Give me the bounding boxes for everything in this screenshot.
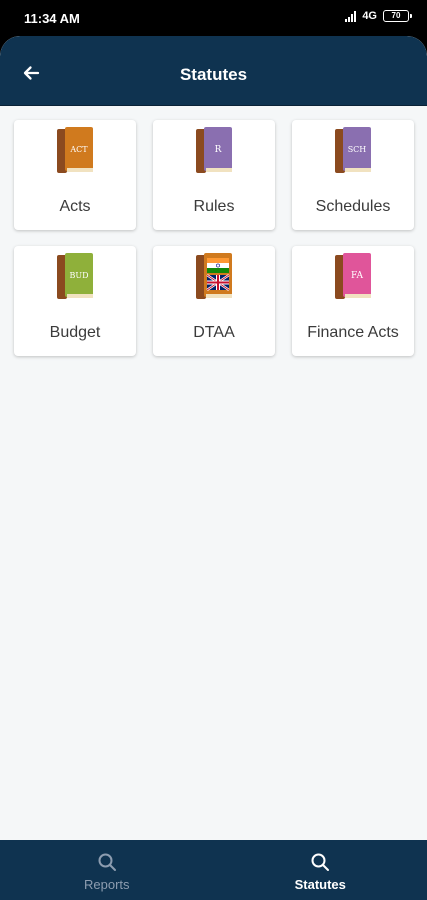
book-icon: ACT (57, 127, 93, 173)
book-icon: BUD (57, 253, 93, 299)
nav-label: Statutes (294, 877, 346, 892)
statutes-grid: ACT Acts R Rules SCH Schedules BUD Budge… (14, 120, 414, 356)
tile-rules[interactable]: R Rules (153, 120, 275, 230)
app-bar: Statutes (0, 36, 427, 106)
flag-book-icon (196, 253, 232, 299)
tile-finance-acts[interactable]: FA Finance Acts (292, 246, 414, 356)
tile-label: Acts (59, 198, 91, 215)
tile-acts[interactable]: ACT Acts (14, 120, 136, 230)
status-icons: 4G 70 (345, 10, 412, 22)
status-bar: 11:34 AM 4G 70 (0, 0, 427, 36)
book-icon: SCH (335, 127, 371, 173)
book-cover-text: FA (351, 271, 363, 281)
nav-statutes[interactable]: Statutes (214, 840, 427, 900)
book-icon: FA (335, 253, 371, 299)
search-icon (98, 853, 116, 871)
tile-label: DTAA (193, 324, 235, 341)
network-type: 4G (362, 10, 377, 22)
tile-schedules[interactable]: SCH Schedules (292, 120, 414, 230)
bottom-nav: Reports Statutes (0, 840, 427, 900)
book-cover-text: ACT (69, 145, 88, 154)
tile-label: Rules (193, 198, 235, 215)
search-icon (311, 853, 330, 871)
tile-budget[interactable]: BUD Budget (14, 246, 136, 356)
book-cover-text: SCH (348, 145, 367, 154)
book-cover-text: R (215, 145, 222, 155)
book-cover-text: BUD (69, 271, 88, 280)
app-screen: Statutes ACT Acts R Rules SCH Schedules … (0, 36, 427, 900)
tile-label: Finance Acts (307, 324, 399, 341)
tile-label: Schedules (315, 198, 391, 215)
tile-label: Budget (49, 324, 101, 341)
page-title: Statutes (179, 65, 248, 84)
battery-icon: 70 (383, 10, 412, 22)
nav-reports[interactable]: Reports (0, 840, 214, 900)
nav-label: Reports (83, 877, 130, 892)
status-time: 11:34 AM (24, 11, 80, 26)
book-icon: R (196, 127, 232, 173)
tile-dtaa[interactable]: DTAA (153, 246, 275, 356)
signal-icon (345, 10, 357, 22)
